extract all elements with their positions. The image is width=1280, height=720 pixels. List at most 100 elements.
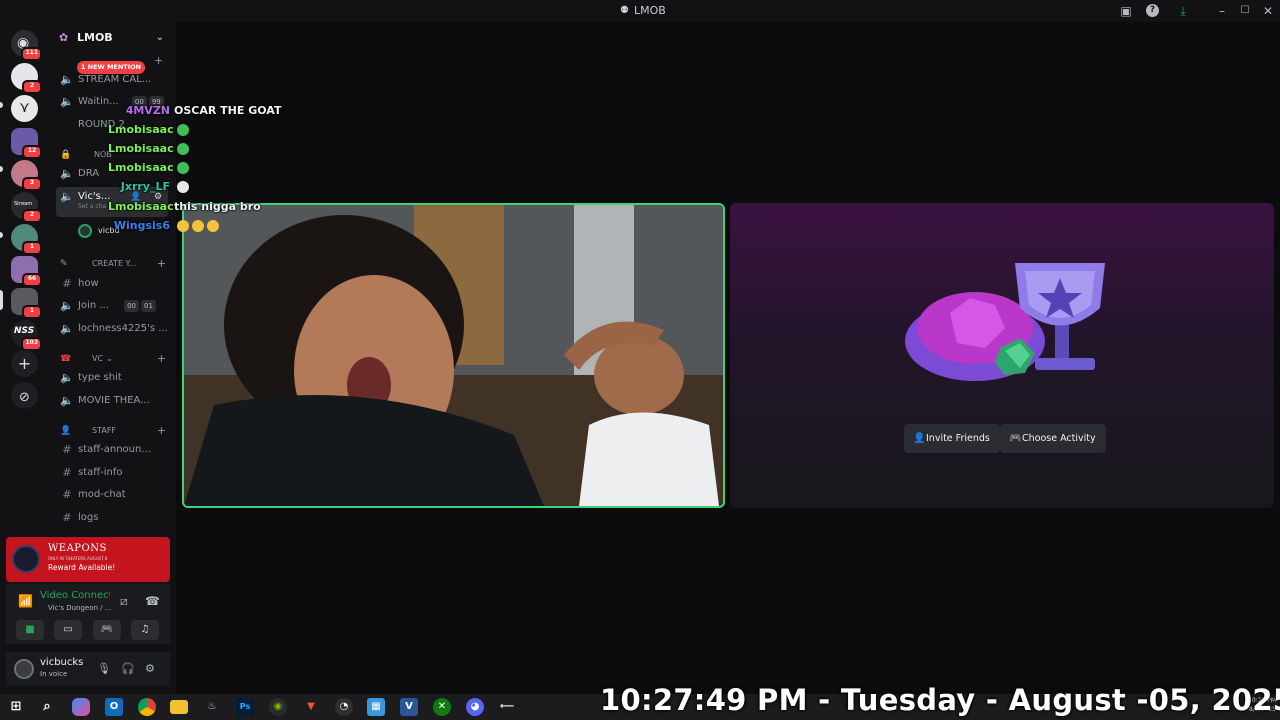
voice-status[interactable]: Video Connected [40,590,110,601]
screen-share-button[interactable]: ▭ [54,620,82,640]
discover-button[interactable]: ⊘ [11,382,38,409]
channel-mod-chat[interactable]: # mod-chat [56,485,168,505]
steam-icon[interactable]: ♨ [203,698,221,716]
category-staff[interactable]: 👤 STAFF + [56,423,168,439]
plus-icon: + [17,354,32,373]
maximize-icon[interactable]: ☐ [1237,3,1253,19]
channel-type-shit[interactable]: 🔈 type shit [56,368,168,388]
choose-activity-button[interactable]: 🎮 Choose Activity [1000,424,1106,453]
hash-icon: # [62,443,72,456]
soundboard-button[interactable]: ♫ [131,620,159,640]
plus-icon[interactable]: + [154,54,163,67]
photoshop-icon[interactable]: Ps [236,698,254,716]
noise-suppression-icon[interactable]: ⧄ [120,594,128,609]
plus-icon[interactable]: + [157,423,166,439]
crying-emoji-icon [192,220,204,232]
chrome-icon[interactable] [138,698,156,716]
category-create[interactable]: ✎ CREATE Y... + [56,256,168,272]
channel-staff-announcements[interactable]: # staff-announ... [56,440,168,460]
channel-stream-call[interactable]: 🔈 STREAM CAL... [56,70,168,90]
chat-nick: Lmobisaac [108,161,174,174]
home-badge: 111 [21,47,42,61]
channel-movie-theater[interactable]: 🔈 MOVIE THEA... [56,391,168,411]
obs-icon[interactable]: ◔ [335,698,353,716]
plus-icon[interactable]: + [157,256,166,272]
gear-icon[interactable]: ⚙ [145,662,155,675]
guild-icon-8[interactable]: 1 [11,288,42,319]
nvidia-icon[interactable]: ◉ [269,698,287,716]
minimize-icon[interactable]: – [1214,3,1230,19]
guild-icon-1[interactable]: 2 [11,63,42,94]
gamepad-icon: 🎮 [100,624,114,635]
visual-studio-icon[interactable]: V [400,698,418,716]
chat-text: this nigga bro [174,200,261,213]
guild-badge: 12 [22,145,42,159]
speaker-icon: 🔈 [60,190,74,203]
guild-icon-6[interactable]: 1 [11,224,42,255]
gamepad-icon: 🎮 [1009,433,1022,444]
user-count: 00 [124,300,140,312]
plus-icon[interactable]: + [157,351,166,367]
download-icon[interactable]: ⤓ [1175,3,1191,19]
screen-share-icon[interactable]: ▣ [1118,3,1134,19]
windows-start-icon[interactable]: ⊞ [7,698,25,716]
soundboard-icon: ♫ [140,624,150,635]
guild-icon-3[interactable]: 12 [11,128,42,159]
channel-how[interactable]: # how [56,274,168,294]
store-icon[interactable]: ▦ [367,698,385,716]
camera-icon: ■ [25,624,35,635]
speaker-icon: 🔈 [60,299,74,312]
quest-promo-banner[interactable]: WEAPONS ONLY IN THEATERS AUGUST 8 Reward… [6,537,170,582]
phone-icon: ☎ [60,354,72,364]
avatar[interactable] [14,659,34,679]
chat-nick: Lmobisaac [108,142,174,155]
guild-label: NSS [14,326,35,336]
signal-icon[interactable]: 📶 [18,594,33,608]
discord-icon[interactable]: ◕ [466,698,484,716]
arrow-app-icon[interactable]: ⟵ [498,698,516,716]
outlook-icon[interactable]: O [105,698,123,716]
guild-badge: 3 [22,177,42,191]
guild-selected-pill [0,290,3,310]
chat-text: OSCAR THE GOAT [174,104,282,117]
channel-logs[interactable]: # logs [56,508,168,528]
channel-lochness[interactable]: 🔈 lochness4225's ... [56,319,168,339]
chat-message: 4MVZN OSCAR THE GOAT [108,104,282,117]
search-icon[interactable]: ⌕ [38,698,56,716]
guild-icon-7[interactable]: 66 [11,256,42,287]
disconnect-icon[interactable]: ☎ [145,594,160,608]
activity-button[interactable]: 🎮 [93,620,121,640]
guild-icon-4[interactable]: 3 [11,160,42,191]
guild-icon-5[interactable]: Stream 2 [11,192,42,223]
server-header[interactable]: ✿ LMOB ⌄ [50,22,176,54]
voice-connection-panel: 📶 Video Connected Vic's Dungeon / ... ⧄ … [6,584,170,644]
chevron-down-icon: ⌄ [155,32,164,43]
camera-button[interactable]: ■ [16,620,44,640]
brave-icon[interactable]: ▼ [302,698,320,716]
add-server-button[interactable]: + [11,350,38,377]
chat-message: Wingsis6 [108,219,219,232]
voice-channel-name[interactable]: Vic's Dungeon / ... [48,604,114,612]
chat-message: Lmobisaac [108,123,189,136]
copilot-icon[interactable] [72,698,90,716]
discord-home-button[interactable]: ◉ 111 [11,30,42,61]
channel-staff-info[interactable]: # staff-info [56,463,168,483]
speaker-icon: 🔈 [60,394,74,407]
close-icon[interactable]: ✕ [1260,3,1276,19]
chat-nick: Lmobisaac [108,200,174,213]
video-tile-camera[interactable] [182,203,725,508]
help-icon[interactable]: ? [1146,4,1159,17]
quest-icon [12,545,40,573]
channel-join[interactable]: 🔈 Join ... 00 01 [56,296,168,316]
promo-subtitle: ONLY IN THEATERS AUGUST 8 [48,556,108,561]
category-vc[interactable]: ☎ VC ⌄ + [56,351,168,367]
file-explorer-icon[interactable] [170,700,188,714]
username[interactable]: vicbucks [40,657,83,668]
invite-friends-button[interactable]: 👤 Invite Friends [904,424,1000,453]
guild-icon-9[interactable]: NSS 103 [11,320,42,351]
headphones-icon[interactable]: 🎧 [121,662,135,675]
microphone-icon[interactable]: 🎙 [97,662,111,675]
xbox-icon[interactable]: ✕ [433,698,451,716]
guild-icon-2[interactable]: ⋎ [11,95,38,122]
chat-message: Lmobisaac [108,161,189,174]
